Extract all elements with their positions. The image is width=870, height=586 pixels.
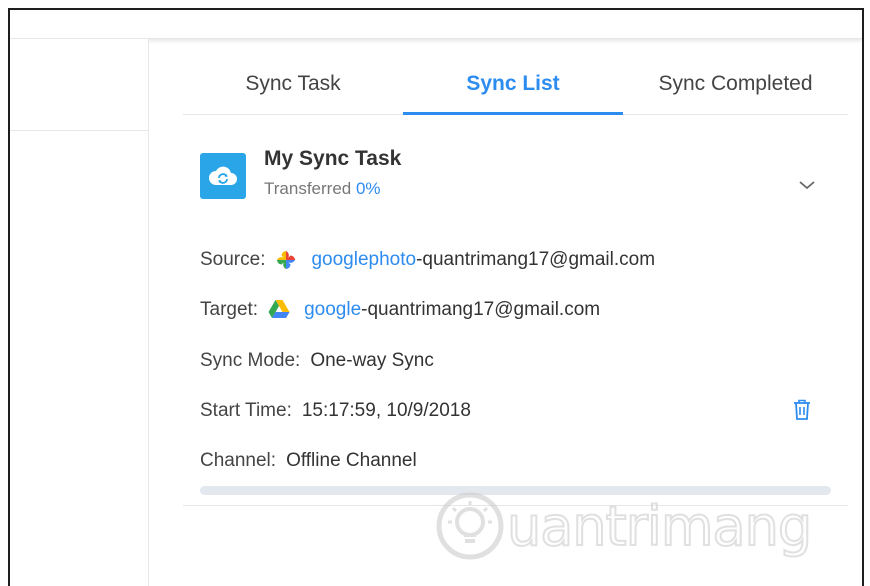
- sync-mode-row: Sync Mode: One-way Sync: [200, 348, 434, 374]
- source-account: -quantrimang17@gmail.com: [416, 249, 656, 270]
- source-label: Source:: [200, 249, 266, 270]
- google-photos-icon: [275, 249, 297, 271]
- sync-mode-label: Sync Mode:: [200, 350, 301, 371]
- sync-tabs: Sync Task Sync List Sync Completed: [183, 54, 848, 115]
- top-bar: [10, 10, 862, 39]
- sync-task-card: My Sync Task Transferred 0% Source: goog…: [183, 115, 848, 506]
- transferred-label: Transferred: [264, 179, 352, 198]
- cloud-sync-icon: [200, 153, 246, 199]
- source-service-link[interactable]: googlephoto: [311, 249, 416, 271]
- trash-icon[interactable]: [791, 398, 813, 424]
- chevron-down-icon[interactable]: [795, 173, 819, 197]
- channel-label: Channel:: [200, 450, 277, 471]
- start-time-value: 15:17:59, 10/9/2018: [301, 400, 471, 421]
- tab-sync-completed[interactable]: Sync Completed: [623, 54, 848, 114]
- tab-sync-task[interactable]: Sync Task: [183, 54, 403, 114]
- left-sidebar: [10, 39, 149, 586]
- channel-row: Channel: Offline Channel: [200, 448, 417, 474]
- transferred-percent: 0%: [355, 179, 381, 198]
- target-label: Target:: [200, 299, 259, 320]
- app-window: Sync Task Sync List Sync Completed My Sy…: [8, 8, 864, 586]
- lightbulb-icon: [436, 492, 504, 560]
- google-drive-icon: [268, 299, 290, 321]
- target-service-link[interactable]: google: [304, 299, 361, 321]
- start-time-row: Start Time: 15:17:59, 10/9/2018: [200, 398, 471, 424]
- task-title: My Sync Task: [264, 147, 402, 170]
- tab-sync-list[interactable]: Sync List: [403, 54, 623, 115]
- start-time-label: Start Time:: [200, 400, 292, 421]
- transferred-status: Transferred 0%: [264, 179, 381, 199]
- watermark-text: uantrimang: [506, 494, 813, 559]
- target-account: -quantrimang17@gmail.com: [361, 299, 601, 320]
- watermark: uantrimang: [435, 486, 815, 566]
- channel-value: Offline Channel: [286, 450, 417, 471]
- sidebar-divider: [10, 130, 148, 131]
- source-row: Source: googlephoto -quantrimang17@gmail…: [200, 247, 655, 273]
- target-row: Target: google -quantrimang17@gmail.com: [200, 297, 600, 323]
- sync-mode-value: One-way Sync: [310, 350, 434, 371]
